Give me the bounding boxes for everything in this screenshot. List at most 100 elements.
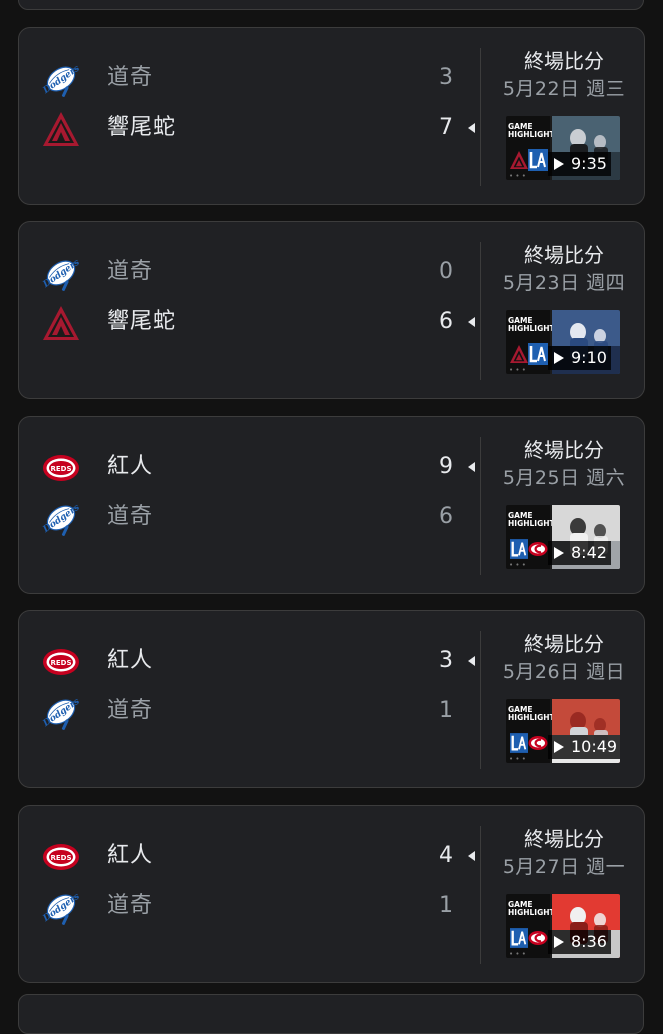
diamondbacks-mini-logo-icon bbox=[510, 150, 528, 170]
video-duration: 9:10 bbox=[548, 346, 611, 370]
dodgers-mini-logo-icon bbox=[510, 928, 528, 948]
game-highlights-label: GAME HIGHLIGHTS bbox=[508, 122, 561, 139]
game-status: 終場比分 bbox=[524, 243, 604, 267]
team-name: 響尾蛇 bbox=[107, 309, 177, 334]
game-status: 終場比分 bbox=[524, 632, 604, 656]
game-card[interactable]: REDS 紅人 3 Dodgers 道奇 1 終場比分 5月26日 週日 GAM… bbox=[18, 610, 645, 788]
game-highlights-label: GAME HIGHLIGHTS bbox=[508, 511, 561, 528]
diamondbacks-logo-icon bbox=[41, 303, 81, 343]
dodgers-mini-logo-icon bbox=[510, 539, 528, 559]
duration-text: 8:42 bbox=[571, 543, 607, 562]
dodgers-mini-logo-icon bbox=[510, 733, 528, 753]
winner-arrow-icon bbox=[468, 851, 475, 861]
team-name: 紅人 bbox=[107, 454, 154, 479]
game-highlights-badge: GAME HIGHLIGHTS • • • bbox=[506, 116, 561, 180]
team-name: 道奇 bbox=[107, 698, 154, 723]
team-score: 4 bbox=[439, 843, 453, 868]
team-score: 0 bbox=[439, 259, 453, 284]
dodgers-logo-icon: Dodgers bbox=[41, 498, 82, 538]
video-duration: 9:35 bbox=[548, 152, 611, 176]
play-icon bbox=[554, 547, 564, 559]
highlights-video-thumbnail[interactable]: GAME HIGHLIGHTS • • • 8:42 bbox=[506, 505, 620, 569]
highlights-video-thumbnail[interactable]: GAME HIGHLIGHTS • • • 8:36 bbox=[506, 894, 620, 958]
duration-text: 8:36 bbox=[571, 932, 607, 951]
team-row: Dodgers 道奇 1 bbox=[19, 686, 479, 736]
dodgers-logo-icon: Dodgers bbox=[41, 253, 82, 293]
game-date: 5月27日 週一 bbox=[502, 856, 626, 878]
team-name: 道奇 bbox=[107, 504, 154, 529]
highlights-video-thumbnail[interactable]: GAME HIGHLIGHTS • • • 9:35 bbox=[506, 116, 620, 180]
dodgers-logo-icon: Dodgers bbox=[41, 692, 82, 732]
diamondbacks-mini-logo-icon bbox=[510, 344, 528, 364]
game-highlights-label: GAME HIGHLIGHTS bbox=[508, 900, 561, 917]
game-card[interactable]: Dodgers 道奇 0 響尾蛇 6 終場比分 5月23日 週四 GAME HI… bbox=[18, 221, 645, 399]
reds-logo-icon: REDS bbox=[41, 448, 81, 488]
video-duration: 8:36 bbox=[548, 930, 611, 954]
winner-arrow-icon bbox=[468, 656, 475, 666]
team-name: 道奇 bbox=[107, 65, 154, 90]
dots-icon: • • • bbox=[509, 950, 526, 958]
highlights-video-thumbnail[interactable]: GAME HIGHLIGHTS • • • 10:49 bbox=[506, 699, 620, 763]
game-date: 5月26日 週日 bbox=[502, 661, 626, 683]
dots-icon: • • • bbox=[509, 561, 526, 569]
team-score: 6 bbox=[439, 504, 453, 529]
team-score: 3 bbox=[439, 65, 453, 90]
team-row: REDS 紅人 4 bbox=[19, 831, 479, 881]
dodgers-mini-logo-icon bbox=[528, 343, 548, 365]
winner-arrow-icon bbox=[468, 123, 475, 133]
team-row: Dodgers 道奇 6 bbox=[19, 492, 479, 542]
diamondbacks-logo-icon bbox=[41, 109, 81, 149]
next-game-card[interactable] bbox=[18, 994, 644, 1034]
svg-text:REDS: REDS bbox=[50, 465, 71, 473]
game-status: 終場比分 bbox=[524, 827, 604, 851]
dodgers-logo-icon: Dodgers bbox=[41, 59, 82, 99]
play-icon bbox=[554, 936, 564, 948]
dots-icon: • • • bbox=[509, 366, 526, 374]
duration-text: 9:35 bbox=[571, 154, 607, 173]
duration-text: 9:10 bbox=[571, 348, 607, 367]
game-card[interactable]: REDS 紅人 4 Dodgers 道奇 1 終場比分 5月27日 週一 GAM… bbox=[18, 805, 645, 983]
divider bbox=[480, 242, 481, 380]
reds-mini-logo-icon bbox=[528, 732, 548, 754]
team-score: 6 bbox=[439, 309, 453, 334]
game-highlights-label: GAME HIGHLIGHTS bbox=[508, 705, 561, 722]
team-row: Dodgers 道奇 0 bbox=[19, 247, 479, 297]
game-highlights-badge: GAME HIGHLIGHTS • • • bbox=[506, 894, 561, 958]
game-highlights-badge: GAME HIGHLIGHTS • • • bbox=[506, 699, 561, 763]
team-row: 響尾蛇 7 bbox=[19, 103, 479, 153]
svg-text:REDS: REDS bbox=[50, 659, 71, 667]
game-highlights-label: GAME HIGHLIGHTS bbox=[508, 316, 561, 333]
game-card[interactable]: Dodgers 道奇 3 響尾蛇 7 終場比分 5月22日 週三 GAME HI… bbox=[18, 27, 645, 205]
game-status: 終場比分 bbox=[524, 438, 604, 462]
game-highlights-badge: GAME HIGHLIGHTS • • • bbox=[506, 310, 561, 374]
team-name: 紅人 bbox=[107, 648, 154, 673]
reds-mini-logo-icon bbox=[528, 927, 548, 949]
winner-arrow-icon bbox=[468, 462, 475, 472]
play-icon bbox=[554, 352, 564, 364]
dots-icon: • • • bbox=[509, 172, 526, 180]
reds-logo-icon: REDS bbox=[41, 642, 81, 682]
team-score: 1 bbox=[439, 698, 453, 723]
team-score: 7 bbox=[439, 115, 453, 140]
team-name: 道奇 bbox=[107, 259, 154, 284]
video-duration: 8:42 bbox=[548, 541, 611, 565]
team-row: 響尾蛇 6 bbox=[19, 297, 479, 347]
dodgers-logo-icon: Dodgers bbox=[41, 887, 82, 927]
game-card[interactable]: REDS 紅人 9 Dodgers 道奇 6 終場比分 5月25日 週六 GAM… bbox=[18, 416, 645, 594]
winner-arrow-icon bbox=[468, 317, 475, 327]
play-icon bbox=[554, 158, 564, 170]
team-score: 3 bbox=[439, 648, 453, 673]
dodgers-mini-logo-icon bbox=[528, 149, 548, 171]
video-duration: 10:49 bbox=[548, 735, 620, 759]
game-date: 5月22日 週三 bbox=[502, 78, 626, 100]
previous-game-card[interactable] bbox=[18, 0, 644, 10]
play-icon bbox=[554, 741, 564, 753]
team-row: REDS 紅人 9 bbox=[19, 442, 479, 492]
divider bbox=[480, 437, 481, 575]
divider bbox=[480, 826, 481, 964]
divider bbox=[480, 48, 481, 186]
team-name: 響尾蛇 bbox=[107, 115, 177, 140]
highlights-video-thumbnail[interactable]: GAME HIGHLIGHTS • • • 9:10 bbox=[506, 310, 620, 374]
reds-logo-icon: REDS bbox=[41, 837, 81, 877]
dots-icon: • • • bbox=[509, 755, 526, 763]
